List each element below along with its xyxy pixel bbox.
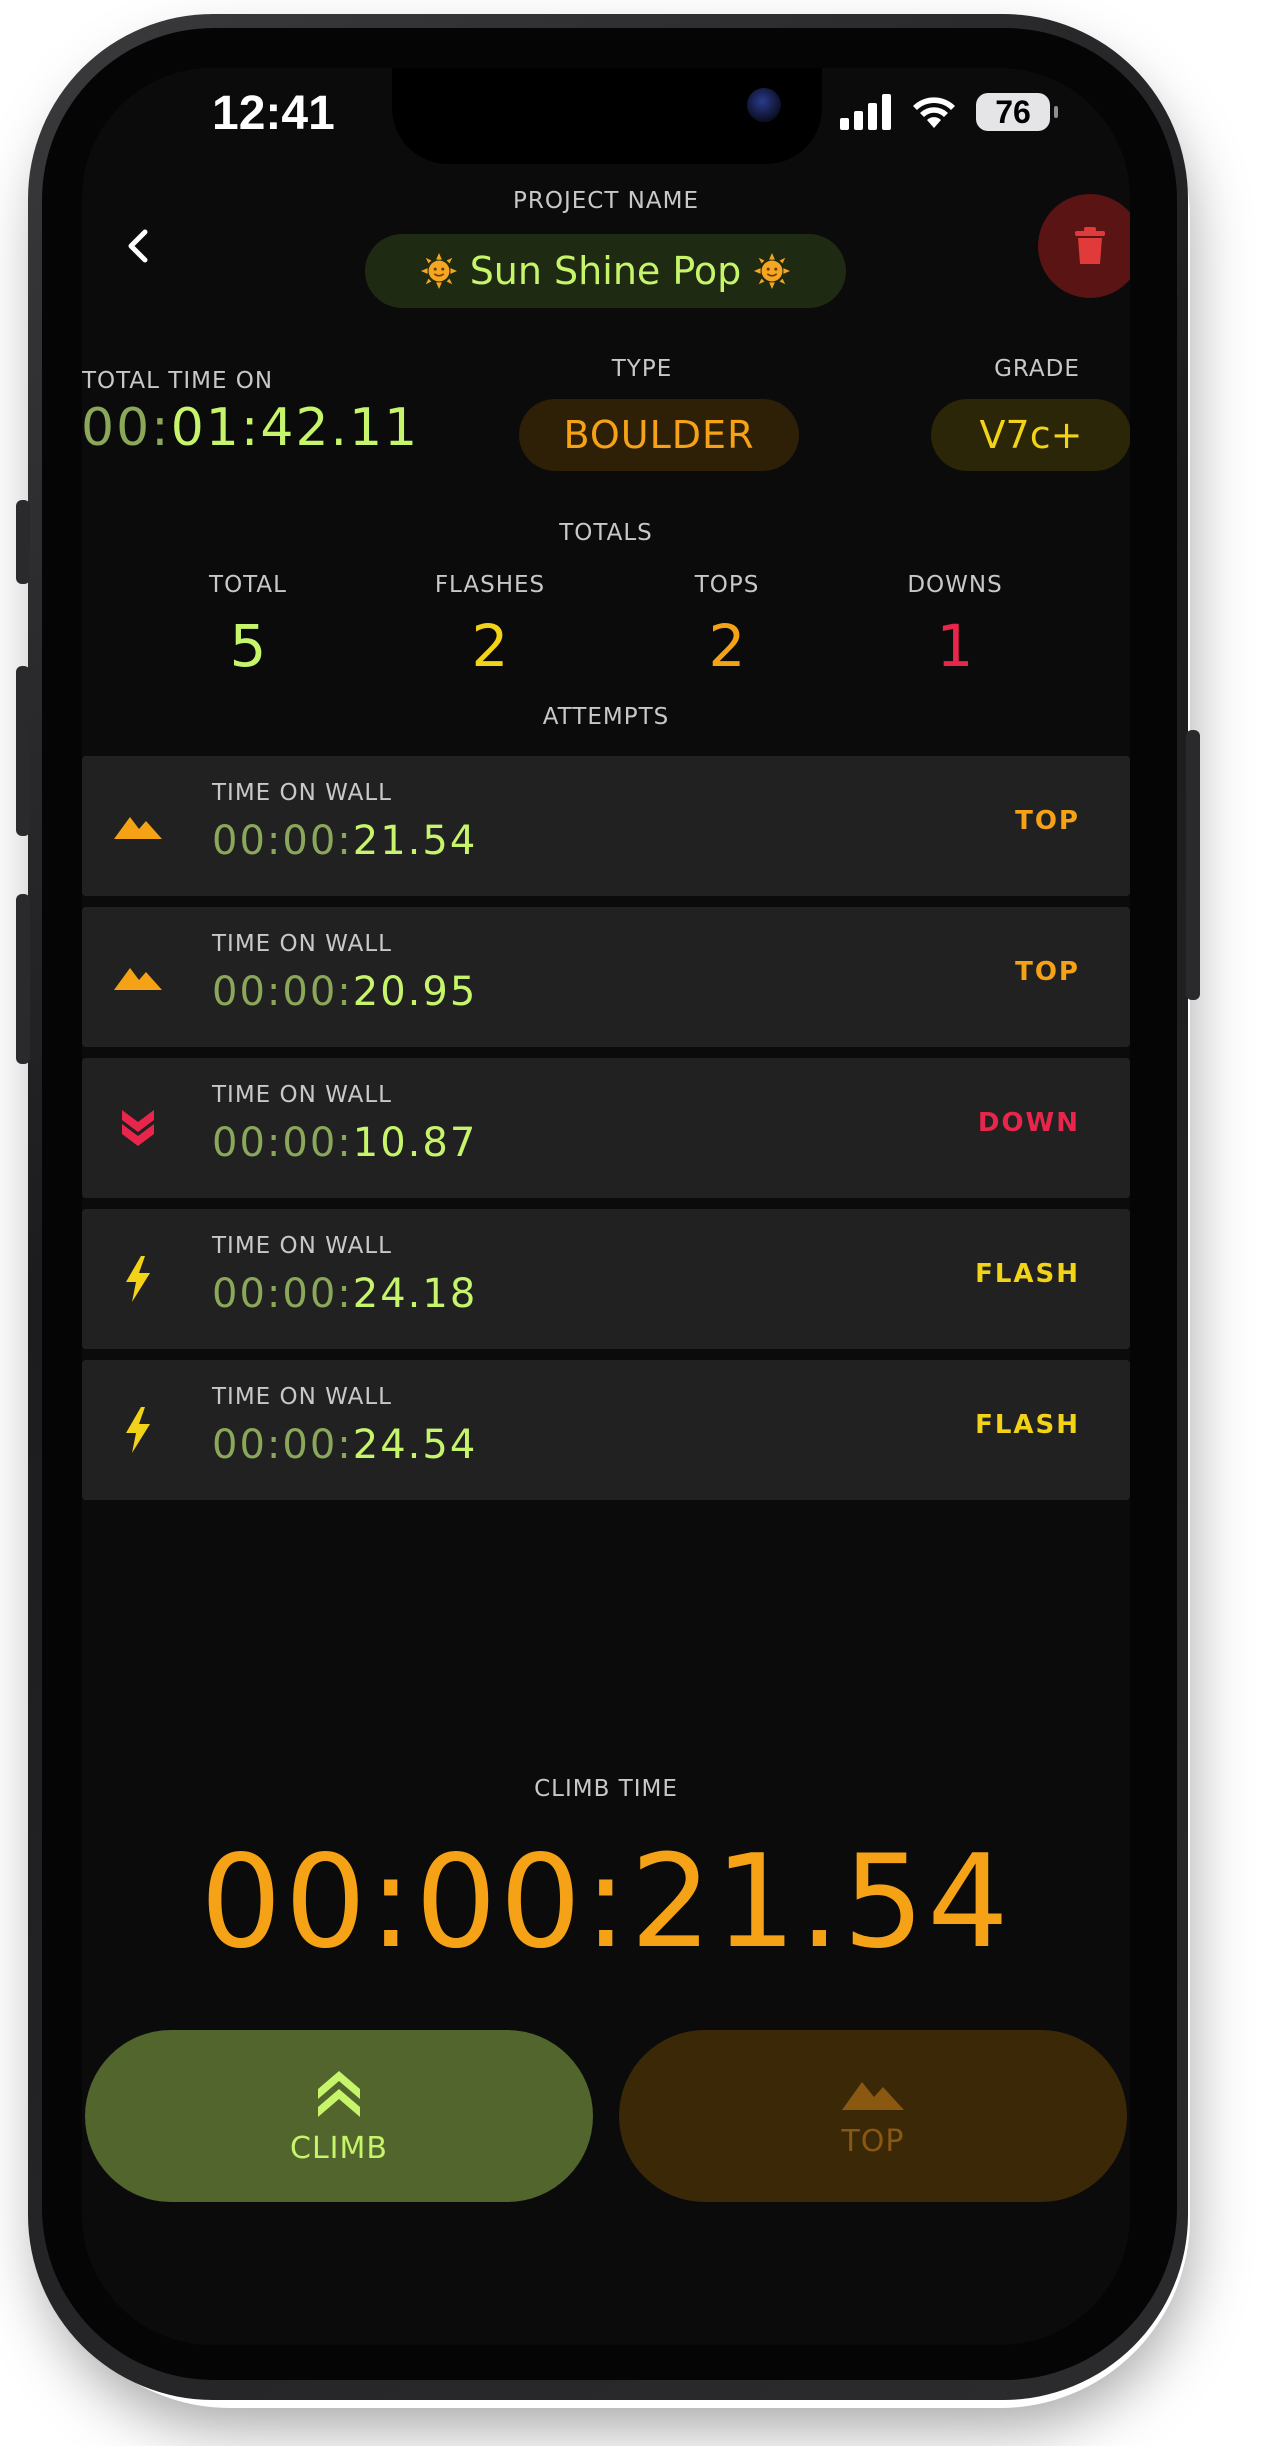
trash-icon: [1075, 227, 1105, 264]
time-on-wall-label: TIME ON WALL: [212, 1233, 392, 1259]
attempt-row[interactable]: TIME ON WALL 00:00:10.87 DOWN: [82, 1058, 1130, 1198]
lightning-icon: [110, 1253, 166, 1305]
grade-selector[interactable]: V7c+: [931, 399, 1130, 471]
attempts-label: ATTEMPTS: [542, 704, 670, 730]
attempt-time: 00:00:24.54: [212, 1422, 478, 1468]
project-name-field[interactable]: Sun Shine Pop: [365, 234, 846, 308]
stat-label: DOWNS: [907, 572, 1003, 598]
mountain-icon: [110, 951, 166, 1003]
type-label: TYPE: [611, 356, 673, 382]
top-button[interactable]: TOP: [619, 2030, 1127, 2202]
time-on-wall-label: TIME ON WALL: [212, 1082, 392, 1108]
mountain-icon: [110, 800, 166, 852]
wifi-icon: [913, 97, 955, 128]
stat-total: TOTAL 5: [148, 572, 348, 680]
double-chevron-up-icon: [318, 2070, 360, 2117]
battery-indicator: 76: [976, 93, 1058, 131]
top-button-label: TOP: [841, 2123, 905, 2159]
sun-emoji-icon: [420, 252, 457, 290]
total-time-value: 00:01:42.11: [82, 398, 420, 458]
lightning-icon: [110, 1404, 166, 1456]
chevron-left-icon: [128, 229, 148, 263]
stat-tops: TOPS 2: [627, 572, 827, 680]
attempt-row[interactable]: TIME ON WALL 00:00:24.54 FLASH: [82, 1360, 1130, 1500]
time-on-wall-label: TIME ON WALL: [212, 780, 392, 806]
mountain-icon: [842, 2081, 904, 2110]
total-time-label: TOTAL TIME ON: [82, 368, 274, 394]
stat-downs: DOWNS 1: [855, 572, 1055, 680]
stat-label: FLASHES: [434, 572, 546, 598]
status-icons: 76: [840, 90, 1058, 134]
stat-value: 2: [708, 612, 746, 680]
status-time: 12:41: [212, 87, 335, 140]
project-name-text: Sun Shine Pop: [469, 249, 742, 293]
double-chevron-down-icon: [110, 1102, 166, 1154]
climb-time-value: 00:00:21.54: [200, 1828, 1012, 1977]
climb-time-label: CLIMB TIME: [534, 1776, 678, 1802]
attempt-time: 00:00:20.95: [212, 969, 478, 1015]
delete-button[interactable]: [1038, 194, 1130, 298]
attempt-result: DOWN: [977, 1108, 1080, 1138]
stat-value: 2: [471, 612, 509, 680]
type-selector[interactable]: BOULDER: [519, 399, 799, 471]
dynamic-island: [392, 68, 822, 164]
time-on-wall-label: TIME ON WALL: [212, 931, 392, 957]
stat-value: 5: [229, 612, 267, 680]
stat-value: 1: [936, 612, 974, 680]
attempt-row[interactable]: TIME ON WALL 00:00:20.95 TOP: [82, 907, 1130, 1047]
attempt-time: 00:00:21.54: [212, 818, 478, 864]
time-on-wall-label: TIME ON WALL: [212, 1384, 392, 1410]
attempt-row[interactable]: TIME ON WALL 00:00:21.54 TOP: [82, 756, 1130, 896]
attempt-time: 00:00:24.18: [212, 1271, 478, 1317]
attempt-result: TOP: [1015, 806, 1080, 836]
stat-label: TOTAL: [209, 572, 287, 598]
attempt-result: FLASH: [975, 1259, 1080, 1289]
stat-flashes: FLASHES 2: [390, 572, 590, 680]
attempt-result: TOP: [1015, 957, 1080, 987]
attempt-time: 00:00:10.87: [212, 1120, 478, 1166]
cellular-signal-icon: [840, 94, 891, 130]
climb-button-label: CLIMB: [290, 2130, 388, 2166]
project-name-label: PROJECT NAME: [512, 188, 699, 214]
totals-label: TOTALS: [559, 520, 653, 546]
climb-button[interactable]: CLIMB: [85, 2030, 593, 2202]
attempt-result: FLASH: [975, 1410, 1080, 1440]
sun-emoji-icon: [754, 252, 791, 290]
attempt-row[interactable]: TIME ON WALL 00:00:24.18 FLASH: [82, 1209, 1130, 1349]
app-screen: 12:41 76 PROJECT NAME Sun Shine Pop TOTA…: [82, 68, 1130, 2345]
back-button[interactable]: [108, 216, 168, 276]
grade-label: GRADE: [994, 356, 1080, 382]
stat-label: TOPS: [694, 572, 760, 598]
